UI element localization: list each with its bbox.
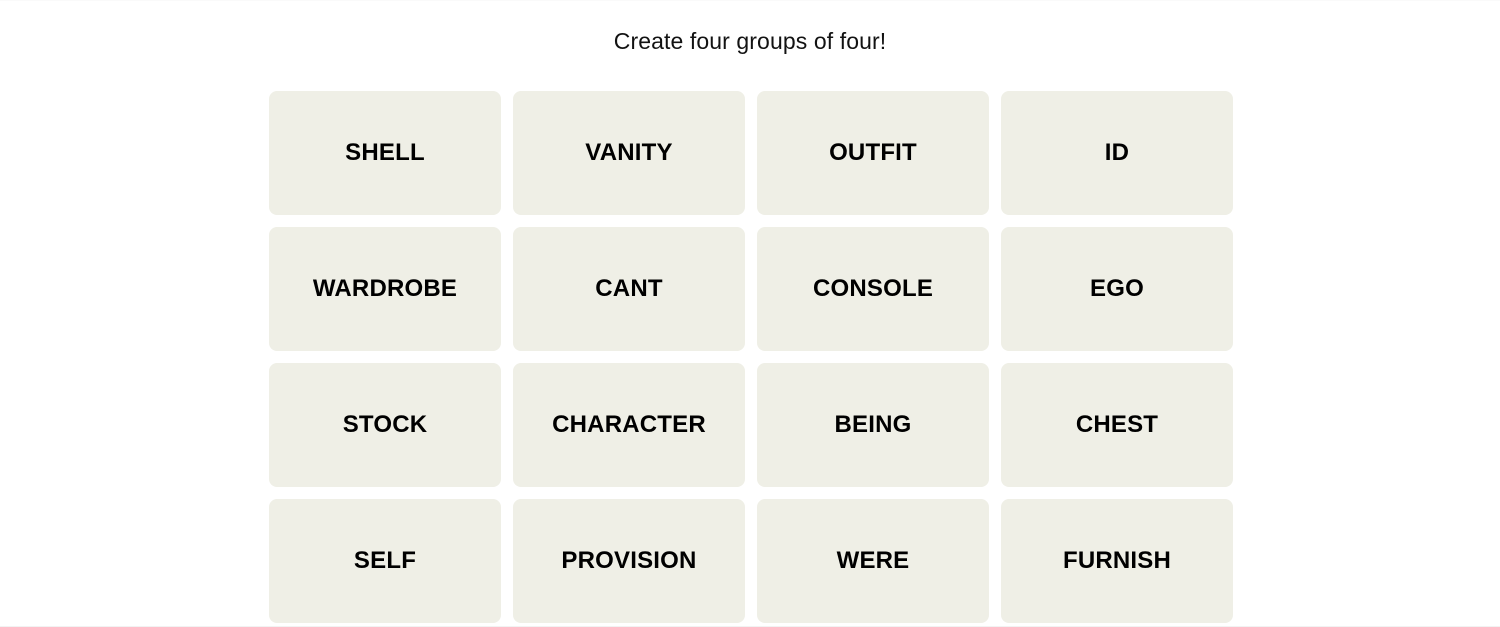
- word-tile[interactable]: SHELL: [269, 91, 501, 215]
- word-tile[interactable]: WARDROBE: [269, 227, 501, 351]
- word-tile-label: OUTFIT: [829, 139, 917, 166]
- word-tile-label: WARDROBE: [312, 275, 458, 302]
- word-tile[interactable]: ID: [1001, 91, 1233, 215]
- word-tile[interactable]: EGO: [1001, 227, 1233, 351]
- word-tile[interactable]: STOCK: [269, 363, 501, 487]
- page-title: Create four groups of four!: [613, 28, 887, 54]
- word-tile-label: WERE: [836, 547, 910, 574]
- word-tile[interactable]: BEING: [757, 363, 989, 487]
- word-tile-label: CHARACTER: [552, 411, 706, 438]
- word-tile[interactable]: CANT: [513, 227, 745, 351]
- word-tile-label: CANT: [595, 275, 663, 302]
- word-tile-label: CHEST: [1075, 411, 1159, 438]
- word-tile-label: BEING: [834, 411, 912, 438]
- word-tile[interactable]: CHEST: [1001, 363, 1233, 487]
- word-tile-label: SELF: [353, 547, 417, 574]
- word-tile[interactable]: SELF: [269, 499, 501, 623]
- word-tile[interactable]: CONSOLE: [757, 227, 989, 351]
- word-tile-label: CONSOLE: [812, 275, 934, 302]
- word-tile[interactable]: VANITY: [513, 91, 745, 215]
- word-tile-label: SHELL: [345, 139, 425, 166]
- word-tile[interactable]: CHARACTER: [513, 363, 745, 487]
- word-tile-label: FURNISH: [1062, 547, 1172, 574]
- word-tile-label: EGO: [1090, 275, 1144, 302]
- word-tile-label: STOCK: [342, 411, 428, 438]
- word-tile[interactable]: PROVISION: [513, 499, 745, 623]
- word-tile[interactable]: FURNISH: [1001, 499, 1233, 623]
- word-tile[interactable]: OUTFIT: [757, 91, 989, 215]
- puzzle-grid: SHELL VANITY OUTFIT ID WARDROBE CANT CON…: [269, 91, 1233, 623]
- word-tile-label: VANITY: [585, 139, 673, 166]
- word-tile-label: PROVISION: [561, 547, 697, 574]
- word-tile[interactable]: WERE: [757, 499, 989, 623]
- connections-game-app: Create four groups of four! SHELL VANITY…: [0, 0, 1500, 627]
- word-tile-label: ID: [1104, 139, 1130, 166]
